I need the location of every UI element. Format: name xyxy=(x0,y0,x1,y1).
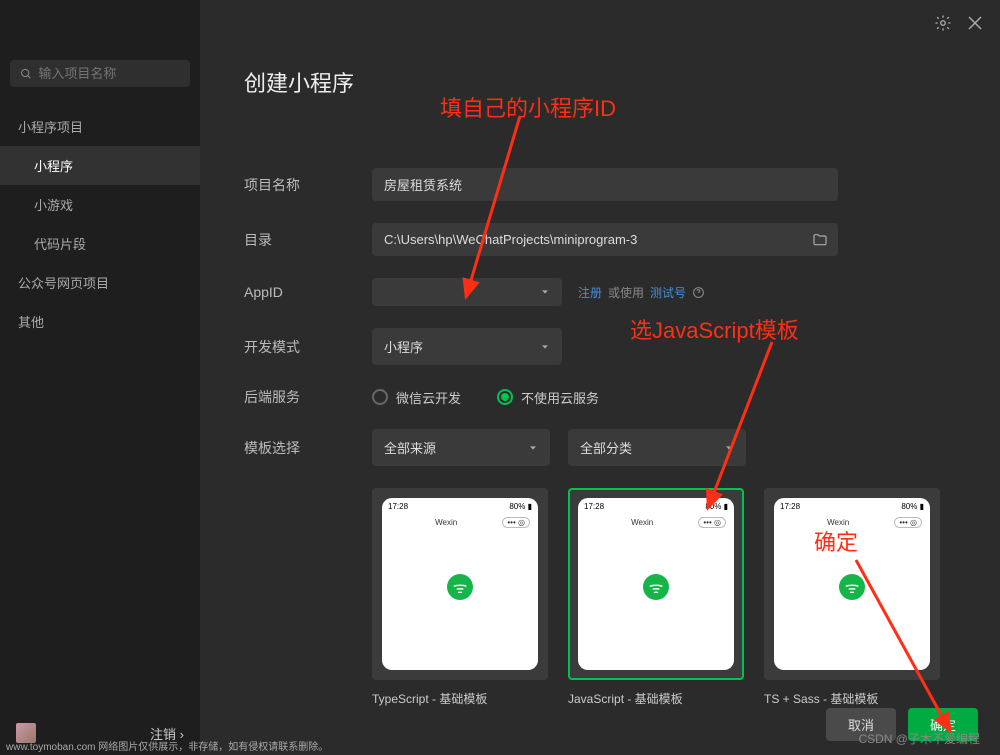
radio-cloud-label: 微信云开发 xyxy=(396,388,461,407)
nav-item-minigame[interactable]: 小游戏 xyxy=(0,185,200,224)
row-appid: AppID 注册 或使用 测试号 xyxy=(244,278,944,306)
label-project-name: 项目名称 xyxy=(244,175,372,195)
radio-cloud[interactable]: 微信云开发 xyxy=(372,388,461,407)
row-backend: 后端服务 微信云开发 不使用云服务 xyxy=(244,387,944,407)
label-backend: 后端服务 xyxy=(244,387,372,407)
nav-item-miniprogram[interactable]: 小程序 xyxy=(0,146,200,185)
row-directory: 目录 xyxy=(244,223,944,256)
watermark: CSDN @子木不爱编程 xyxy=(858,730,980,747)
template-preview: 17:2880% ▮ Wexin••• ◎ ᯤ xyxy=(764,488,940,680)
label-dev-mode: 开发模式 xyxy=(244,337,372,357)
template-card-javascript[interactable]: 17:2880% ▮ Wexin••• ◎ ᯤ JavaScript - 基础模… xyxy=(568,488,744,707)
template-name: TypeScript - 基础模板 xyxy=(372,690,548,707)
content: 创建小程序 项目名称 目录 AppID 注册 或使用 测试号 xyxy=(200,46,1000,755)
nav: 小程序项目 小程序 小游戏 代码片段 公众号网页项目 其他 xyxy=(0,99,200,349)
select-template-source[interactable]: 全部来源 xyxy=(372,429,550,466)
link-test-account[interactable]: 测试号 xyxy=(650,284,686,301)
folder-icon[interactable] xyxy=(812,232,828,248)
template-card-ts-sass[interactable]: 17:2880% ▮ Wexin••• ◎ ᯤ TS + Sass - 基础模板 xyxy=(764,488,940,707)
row-project-name: 项目名称 xyxy=(244,168,944,201)
chevron-down-icon xyxy=(528,443,538,453)
chevron-down-icon xyxy=(540,342,550,352)
template-list: 17:2880% ▮ Wexin••• ◎ ᯤ TypeScript - 基础模… xyxy=(372,488,944,707)
radio-nocloud-label: 不使用云服务 xyxy=(521,388,599,407)
template-card-typescript[interactable]: 17:2880% ▮ Wexin••• ◎ ᯤ TypeScript - 基础模… xyxy=(372,488,548,707)
page-title: 创建小程序 xyxy=(244,66,944,98)
dev-mode-value: 小程序 xyxy=(384,337,423,356)
label-template: 模板选择 xyxy=(244,438,372,458)
main: 创建小程序 项目名称 目录 AppID 注册 或使用 测试号 xyxy=(200,0,1000,755)
label-directory: 目录 xyxy=(244,230,372,250)
gear-icon[interactable] xyxy=(934,14,952,32)
chevron-down-icon xyxy=(724,443,734,453)
miniprogram-logo-icon: ᯤ xyxy=(839,574,865,600)
search-box[interactable] xyxy=(10,60,190,87)
select-appid[interactable] xyxy=(372,278,562,306)
template-category-value: 全部分类 xyxy=(580,438,632,457)
row-dev-mode: 开发模式 小程序 xyxy=(244,328,944,365)
titlebar xyxy=(200,0,1000,46)
nav-item-snippet[interactable]: 代码片段 xyxy=(0,224,200,263)
close-icon[interactable] xyxy=(966,14,984,32)
radio-dot-selected xyxy=(497,389,513,405)
template-preview: 17:2880% ▮ Wexin••• ◎ ᯤ xyxy=(372,488,548,680)
nav-section-other[interactable]: 其他 xyxy=(0,302,200,341)
select-dev-mode[interactable]: 小程序 xyxy=(372,328,562,365)
template-name: TS + Sass - 基础模板 xyxy=(764,690,940,707)
label-appid: AppID xyxy=(244,284,372,300)
search-input[interactable] xyxy=(38,66,180,81)
appid-or: 或使用 xyxy=(608,284,644,301)
help-icon[interactable] xyxy=(692,286,705,299)
template-source-value: 全部来源 xyxy=(384,438,436,457)
watermark-left: www.toymoban.com 网络图片仅供展示，非存储，如有侵权请联系删除。 xyxy=(6,738,328,753)
row-template: 模板选择 全部来源 全部分类 xyxy=(244,429,944,466)
nav-section-officialaccount[interactable]: 公众号网页项目 xyxy=(0,263,200,302)
chevron-down-icon xyxy=(540,287,550,297)
input-directory[interactable] xyxy=(384,223,812,256)
radio-dot xyxy=(372,389,388,405)
appid-hint: 注册 或使用 测试号 xyxy=(578,284,705,301)
template-preview: 17:2880% ▮ Wexin••• ◎ ᯤ xyxy=(568,488,744,680)
select-template-category[interactable]: 全部分类 xyxy=(568,429,746,466)
template-name: JavaScript - 基础模板 xyxy=(568,690,744,707)
sidebar: 小程序项目 小程序 小游戏 代码片段 公众号网页项目 其他 注销 › xyxy=(0,0,200,755)
search-icon xyxy=(20,67,32,81)
miniprogram-logo-icon: ᯤ xyxy=(643,574,669,600)
nav-section-miniprogram-project[interactable]: 小程序项目 xyxy=(0,107,200,146)
input-project-name[interactable] xyxy=(372,168,838,201)
radio-no-cloud[interactable]: 不使用云服务 xyxy=(497,388,599,407)
link-register[interactable]: 注册 xyxy=(578,284,602,301)
miniprogram-logo-icon: ᯤ xyxy=(447,574,473,600)
